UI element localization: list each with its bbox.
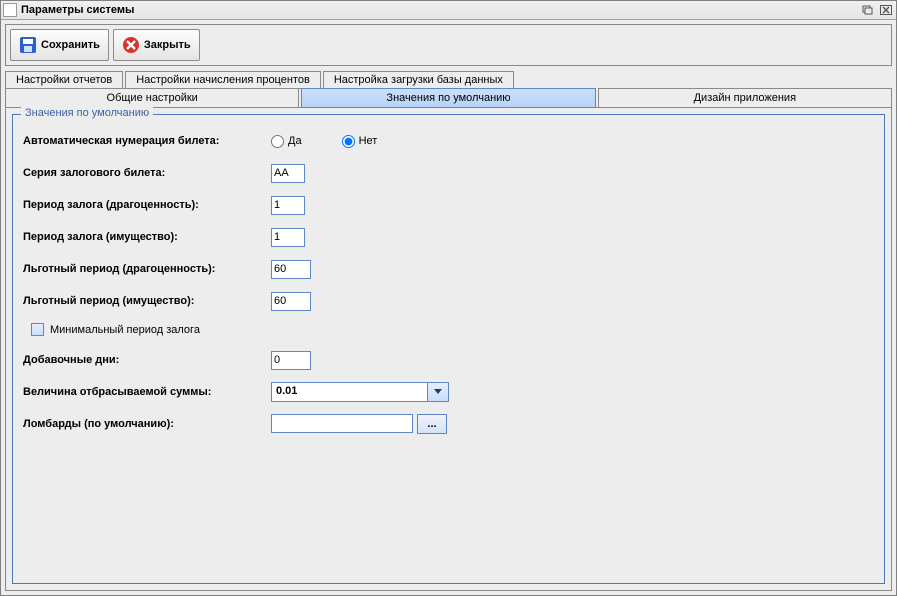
discard-value: 0.01 (272, 383, 427, 401)
group-title: Значения по умолчанию (21, 107, 153, 119)
ellipsis-icon: ... (427, 418, 436, 430)
tab-general[interactable]: Общие настройки (5, 88, 299, 108)
label-auto-num: Автоматическая нумерация билета: (23, 135, 271, 147)
discard-combo[interactable]: 0.01 (271, 382, 449, 402)
grace-prop-input[interactable] (271, 292, 311, 311)
maximize-icon[interactable] (860, 3, 876, 17)
content-panel: Значения по умолчанию Автоматическая нум… (5, 107, 892, 591)
close-icon (122, 36, 140, 54)
tab-row-2: Общие настройки Значения по умолчанию Ди… (5, 87, 892, 107)
radio-yes-label: Да (288, 135, 302, 147)
radio-yes[interactable]: Да (271, 135, 302, 148)
label-grace-prop: Льготный период (имущество): (23, 295, 271, 307)
label-period-prop: Период залога (имущество): (23, 231, 271, 243)
toolbar: Сохранить Закрыть (5, 24, 892, 66)
tab-strip: Настройки отчетов Настройки начисления п… (5, 70, 892, 107)
tab-design[interactable]: Дизайн приложения (598, 88, 892, 108)
series-input[interactable] (271, 164, 305, 183)
label-pawnshops: Ломбарды (по умолчанию): (23, 418, 271, 430)
close-button[interactable]: Закрыть (113, 29, 200, 61)
close-window-icon[interactable] (878, 3, 894, 17)
radio-no-input[interactable] (342, 135, 355, 148)
save-icon (19, 36, 37, 54)
group-defaults: Значения по умолчанию Автоматическая нум… (12, 114, 885, 584)
grace-prec-input[interactable] (271, 260, 311, 279)
min-period-checkbox[interactable] (31, 323, 44, 336)
radio-yes-input[interactable] (271, 135, 284, 148)
label-series: Серия залогового билета: (23, 167, 271, 179)
pawnshops-input[interactable] (271, 414, 413, 433)
min-period-row[interactable]: Минимальный период залога (31, 323, 874, 336)
window-icon (3, 3, 17, 17)
chevron-down-icon[interactable] (427, 383, 448, 401)
label-discard: Величина отбрасываемой суммы: (23, 386, 271, 398)
label-grace-prec: Льготный период (драгоценность): (23, 263, 271, 275)
save-button-label: Сохранить (41, 39, 100, 51)
tab-reports[interactable]: Настройки отчетов (5, 71, 123, 89)
label-period-prec: Период залога (драгоценность): (23, 199, 271, 211)
period-prec-input[interactable] (271, 196, 305, 215)
window: Параметры системы Сохранить (0, 0, 897, 596)
tab-dbload[interactable]: Настройка загрузки базы данных (323, 71, 514, 89)
period-prop-input[interactable] (271, 228, 305, 247)
window-title: Параметры системы (21, 4, 858, 16)
radio-no[interactable]: Нет (342, 135, 378, 148)
tab-interest[interactable]: Настройки начисления процентов (125, 71, 321, 89)
close-button-label: Закрыть (144, 39, 191, 51)
tab-row-1: Настройки отчетов Настройки начисления п… (5, 70, 892, 88)
pawnshops-picker-button[interactable]: ... (417, 414, 447, 434)
tab-defaults[interactable]: Значения по умолчанию (301, 88, 595, 108)
min-period-label: Минимальный период залога (50, 324, 200, 336)
label-add-days: Добавочные дни: (23, 354, 271, 366)
titlebar: Параметры системы (1, 1, 896, 20)
add-days-input[interactable] (271, 351, 311, 370)
radio-no-label: Нет (359, 135, 378, 147)
save-button[interactable]: Сохранить (10, 29, 109, 61)
